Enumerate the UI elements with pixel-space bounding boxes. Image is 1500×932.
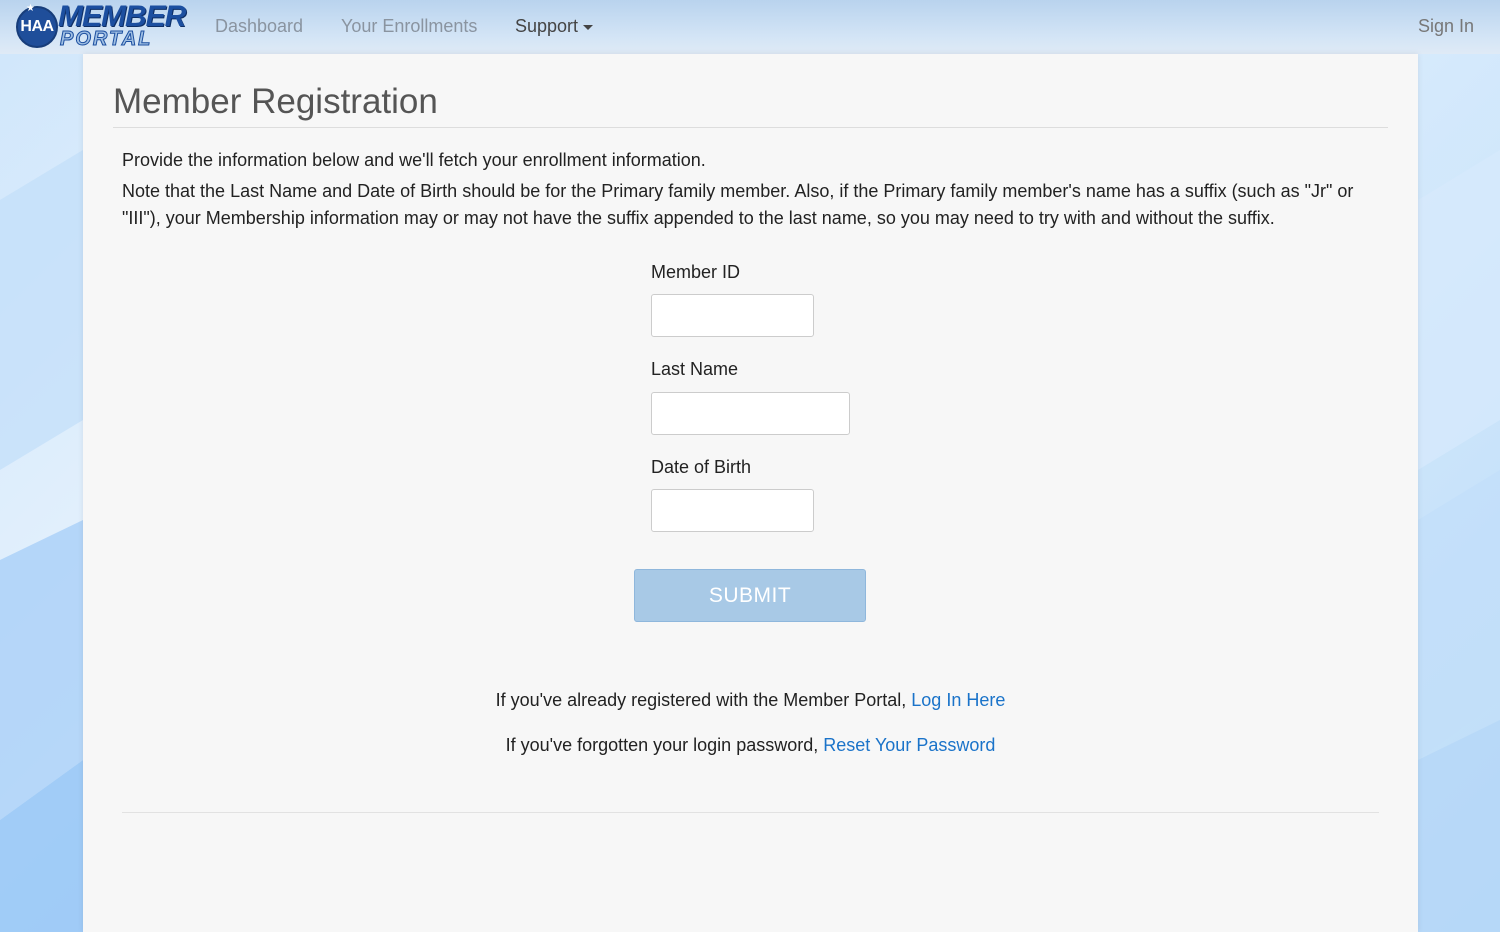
logo-badge-text: HAA xyxy=(20,18,54,35)
top-navbar: HAA ★ MEMBER PORTAL Dashboard Your Enrol… xyxy=(0,0,1500,54)
haa-badge: HAA xyxy=(16,6,58,48)
member-id-input[interactable] xyxy=(651,294,814,337)
reset-hint: If you've forgotten your login password,… xyxy=(83,733,1418,757)
login-hint: If you've already registered with the Me… xyxy=(83,688,1418,712)
dob-label: Date of Birth xyxy=(651,457,752,477)
reset-hint-text: If you've forgotten your login password, xyxy=(505,735,824,755)
last-name-label: Last Name xyxy=(651,359,739,379)
bottom-divider xyxy=(122,812,1379,813)
logo-word-portal: PORTAL xyxy=(59,28,153,50)
nav-dashboard[interactable]: Dashboard xyxy=(215,15,303,37)
member-id-label: Member ID xyxy=(651,262,741,282)
dob-input[interactable] xyxy=(651,489,814,532)
reset-password-link[interactable]: Reset Your Password xyxy=(823,735,995,755)
sign-in-link[interactable]: Sign In xyxy=(1418,15,1474,37)
member-portal-logo[interactable]: HAA ★ MEMBER PORTAL xyxy=(16,2,186,52)
intro-text: Provide the information below and we'll … xyxy=(122,150,706,170)
nav-your-enrollments[interactable]: Your Enrollments xyxy=(341,15,477,37)
star-icon: ★ xyxy=(26,3,35,14)
note-text: Note that the Last Name and Date of Birt… xyxy=(122,181,1354,228)
submit-button[interactable]: SUBMIT xyxy=(634,569,866,622)
nav-support-dropdown[interactable]: Support xyxy=(515,15,594,37)
registration-panel: Member Registration Provide the informat… xyxy=(83,54,1418,932)
title-divider xyxy=(113,127,1388,128)
login-hint-text: If you've already registered with the Me… xyxy=(495,690,912,710)
last-name-input[interactable] xyxy=(651,392,850,435)
nav-support-label: Support xyxy=(515,16,579,36)
caret-down-icon xyxy=(583,24,594,30)
log-in-here-link[interactable]: Log In Here xyxy=(911,690,1005,710)
page-title: Member Registration xyxy=(113,82,438,121)
